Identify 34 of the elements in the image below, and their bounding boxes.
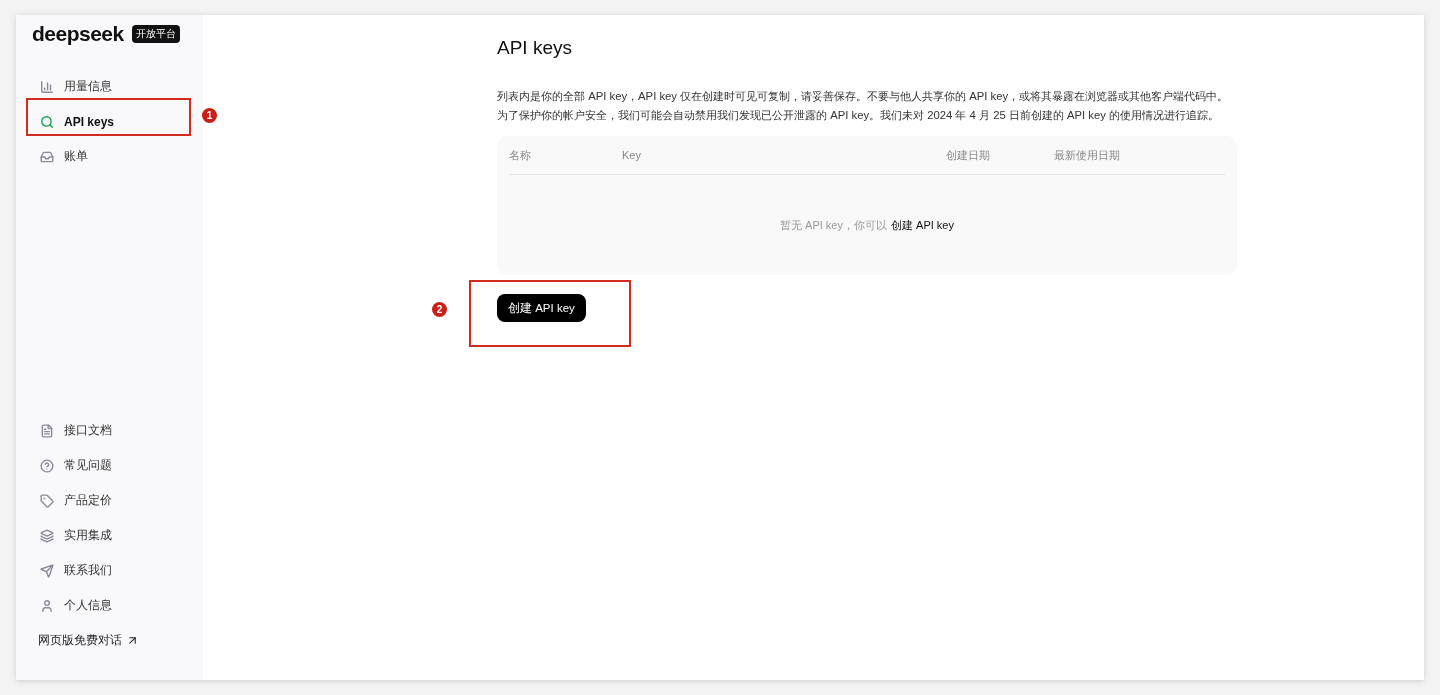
user-icon (40, 598, 54, 613)
column-header: 名称 (509, 147, 532, 163)
nav-item[interactable]: 产品定价 (16, 483, 203, 518)
platform-badge: 开放平台 (131, 25, 180, 43)
send-icon (40, 563, 54, 578)
page-title: API keys (497, 37, 573, 59)
bar-chart-icon (40, 79, 54, 94)
document-icon (40, 423, 54, 438)
layers-icon (40, 528, 54, 543)
question-icon (40, 458, 54, 473)
arrow-icon (126, 634, 139, 647)
nav-item[interactable]: API keys (16, 104, 203, 139)
nav-item[interactable]: 实用集成 (16, 518, 203, 553)
column-header: 创建日期 (946, 147, 991, 163)
inbox-icon (40, 149, 54, 164)
search-icon (40, 114, 54, 129)
tag-icon (40, 493, 54, 508)
nav-item[interactable]: 用量信息 (16, 69, 203, 104)
nav-item[interactable]: 账单 (16, 139, 203, 174)
description-text: 列表内是你的全部 API key，API key 仅在创建时可见可复制，请妥善保存。不要与他人共享你的 API key，或将其暴露在浏览器或其他客户端代码中。 (497, 89, 1230, 103)
create-key-button[interactable]: 创建 API key (497, 294, 586, 322)
description-text: 为了保护你的帐户安全，我们可能会自动禁用我们发现已公开泄露的 API key。我们未对 2024 年 4 月 25 日前创建的 API key 的使用情况进行追踪。 (497, 108, 1221, 122)
nav-item[interactable]: 接口文档 (16, 413, 203, 448)
column-header: Key (622, 149, 642, 161)
empty-message: 暂无 API key，你可以 (780, 217, 887, 233)
nav-item[interactable]: 常见问题 (16, 448, 203, 483)
step-number: 2 (432, 302, 447, 317)
column-header: 最新使用日期 (1054, 147, 1121, 163)
logo: deepseek (32, 22, 124, 46)
nav-item[interactable]: 个人信息 (16, 588, 203, 623)
web-chat-link[interactable]: 网页版免费对话 (16, 623, 203, 658)
create-key-link[interactable]: 创建 API key (891, 217, 954, 233)
nav-item[interactable]: 联系我们 (16, 553, 203, 588)
step-number: 1 (202, 108, 217, 123)
